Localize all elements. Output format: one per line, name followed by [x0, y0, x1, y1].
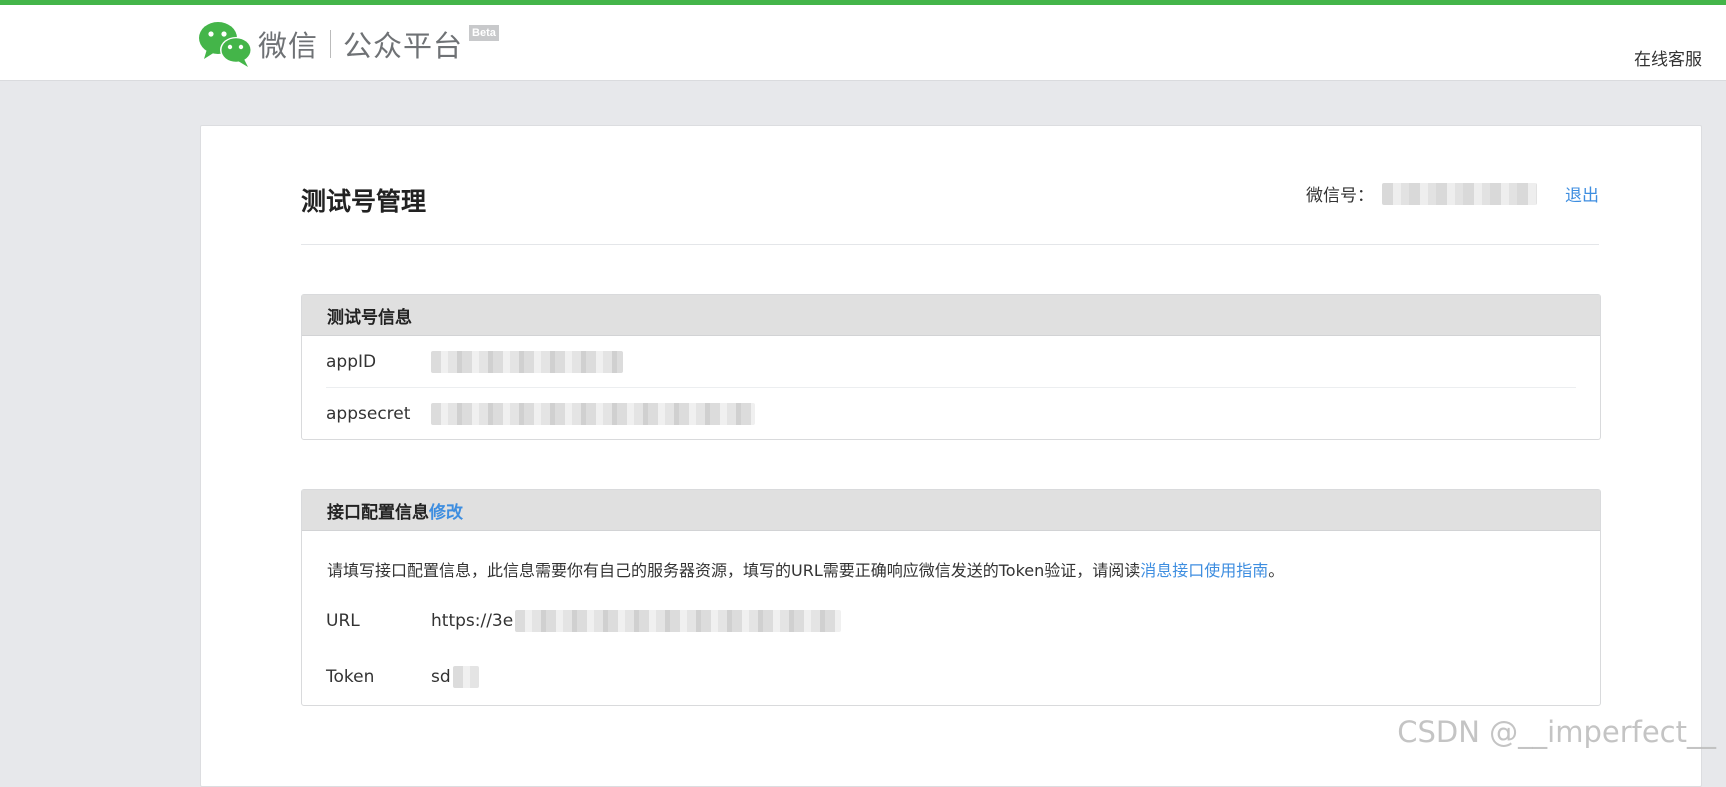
config-description: 请填写接口配置信息，此信息需要你有自己的服务器资源，填写的URL需要正确响应微信… — [302, 531, 1600, 581]
masked-value — [431, 350, 623, 373]
token-value: sd — [431, 666, 479, 688]
url-value: https://3e — [431, 610, 842, 632]
interface-config-panel: 接口配置信息 修改 请填写接口配置信息，此信息需要你有自己的服务器资源，填写的UR… — [301, 489, 1601, 706]
panel-title: 测试号信息 — [302, 295, 1600, 336]
row-label: appID — [326, 351, 377, 372]
edit-link[interactable]: 修改 — [429, 498, 463, 523]
masked-value — [431, 402, 755, 425]
row-label: appsecret — [326, 403, 411, 424]
beta-badge: Beta — [469, 25, 499, 41]
online-service-link[interactable]: 在线客服 — [1634, 45, 1702, 70]
config-row-url: URL https://3e — [326, 593, 1576, 649]
info-row-appsecret: appsecret — [326, 387, 1576, 439]
panel-title: 接口配置信息 修改 — [302, 490, 1600, 531]
main-card: 测试号管理 微信号： 退出 测试号信息 appID appsecret 接口配置… — [200, 125, 1702, 787]
brand-divider — [330, 30, 332, 58]
masked-value — [515, 610, 842, 632]
config-row-token: Token sd — [326, 649, 1576, 705]
panel-title-text: 接口配置信息 — [327, 502, 429, 523]
csdn-watermark: CSDN @__imperfect__ — [1397, 715, 1716, 749]
description-text: 请填写接口配置信息，此信息需要你有自己的服务器资源，填写的URL需要正确响应微信… — [327, 561, 1141, 580]
brand-platform: 公众平台 — [343, 29, 464, 63]
token-value-text: sd — [431, 667, 451, 687]
site-header: 微信 公众平台 Beta 在线客服 — [0, 5, 1726, 81]
description-suffix: 。 — [1268, 561, 1285, 580]
page-header: 测试号管理 微信号： 退出 — [301, 126, 1599, 245]
message-api-guide-link[interactable]: 消息接口使用指南 — [1140, 561, 1268, 580]
wechat-logo-icon — [199, 22, 252, 67]
wechat-logo[interactable]: 微信 公众平台 Beta — [198, 19, 499, 69]
brand-name: 微信 — [258, 29, 319, 63]
url-label: URL — [326, 611, 360, 631]
info-row-appid: appID — [326, 336, 1576, 387]
page-title: 测试号管理 — [301, 187, 427, 216]
wechat-id-masked — [1382, 182, 1537, 205]
token-label: Token — [326, 667, 375, 687]
logout-link[interactable]: 退出 — [1565, 181, 1599, 206]
test-account-panel: 测试号信息 appID appsecret — [301, 294, 1601, 440]
wechat-id-label: 微信号： — [1306, 186, 1374, 206]
masked-value — [452, 666, 479, 688]
account-info: 微信号： 退出 — [1306, 181, 1599, 206]
url-value-text: https://3e — [431, 611, 514, 631]
